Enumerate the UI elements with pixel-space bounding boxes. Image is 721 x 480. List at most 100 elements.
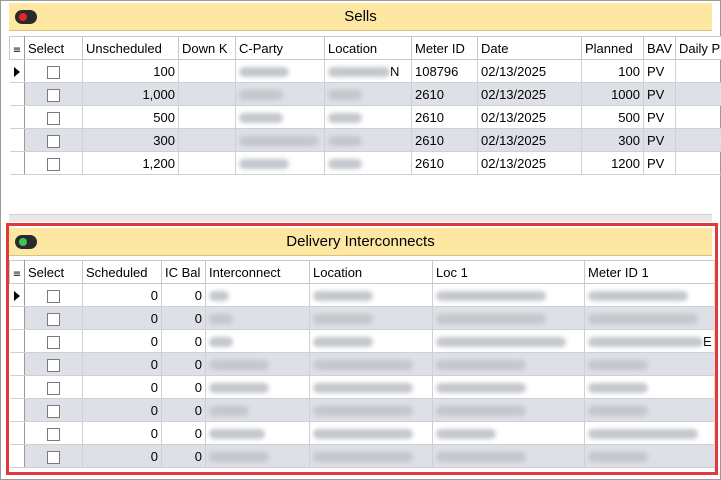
- app-window: Sells ≡ Select Unscheduled Down K C-Part…: [0, 0, 721, 480]
- table-row[interactable]: 0 0: [9, 352, 716, 376]
- cell-date: 02/13/2025: [477, 105, 582, 129]
- cell-daily: [675, 82, 721, 106]
- cell-daily: [675, 151, 721, 175]
- row-checkbox[interactable]: [24, 283, 83, 307]
- cell-loc-1: [432, 375, 585, 399]
- cell-scheduled: 0: [82, 329, 162, 353]
- cell-meter-id: 108796: [411, 59, 478, 83]
- cell-unscheduled: 1,000: [82, 82, 179, 106]
- cell-ic-bal: 0: [161, 421, 206, 445]
- row-checkbox[interactable]: [24, 398, 83, 422]
- row-checkbox[interactable]: [24, 306, 83, 330]
- row-checkbox[interactable]: [24, 59, 83, 83]
- cell-bav: PV: [643, 128, 676, 152]
- sells-header-location[interactable]: Location: [324, 36, 412, 60]
- cell-location: [309, 375, 433, 399]
- cell-down-k: [178, 151, 236, 175]
- cell-down-k: [178, 105, 236, 129]
- sells-header-down-k[interactable]: Down K: [178, 36, 236, 60]
- cell-scheduled: 0: [82, 421, 162, 445]
- cell-unscheduled: 300: [82, 128, 179, 152]
- cell-location: [309, 352, 433, 376]
- cell-loc-1: [432, 306, 585, 330]
- row-checkbox[interactable]: [24, 375, 83, 399]
- table-row[interactable]: 0 0: [9, 306, 716, 330]
- delivery-header-ic-bal[interactable]: IC Bal: [161, 260, 206, 284]
- sells-header-date[interactable]: Date: [477, 36, 582, 60]
- cell-interconnect: [205, 375, 310, 399]
- cell-scheduled: 0: [82, 283, 162, 307]
- cell-ic-bal: 0: [161, 375, 206, 399]
- sells-header-bav[interactable]: BAV: [643, 36, 676, 60]
- delivery-scrollbar[interactable]: [714, 260, 717, 471]
- cell-location: [309, 329, 433, 353]
- cell-meter-id-1: [584, 398, 716, 422]
- delivery-header-location[interactable]: Location: [309, 260, 433, 284]
- table-row[interactable]: 1,200 2610 02/13/2025 1200 PV: [9, 151, 721, 175]
- cell-planned: 1000: [581, 82, 644, 106]
- cell-location: [324, 128, 412, 152]
- table-row[interactable]: 0 0 E: [9, 329, 716, 353]
- cell-c-party: [235, 105, 325, 129]
- panel-splitter[interactable]: [9, 214, 712, 222]
- table-row[interactable]: 1,000 2610 02/13/2025 1000 PV: [9, 82, 721, 106]
- row-checkbox[interactable]: [24, 352, 83, 376]
- sells-header-select[interactable]: Select: [24, 36, 83, 60]
- sells-header-planned[interactable]: Planned: [581, 36, 644, 60]
- table-row[interactable]: 0 0: [9, 444, 716, 468]
- cell-meter-id: 2610: [411, 105, 478, 129]
- cell-scheduled: 0: [82, 444, 162, 468]
- delivery-header-loc-1[interactable]: Loc 1: [432, 260, 585, 284]
- cell-ic-bal: 0: [161, 398, 206, 422]
- table-row[interactable]: 0 0: [9, 398, 716, 422]
- cell-loc-1: [432, 398, 585, 422]
- sells-header-unscheduled[interactable]: Unscheduled: [82, 36, 179, 60]
- delivery-header-meter-id-1[interactable]: Meter ID 1: [584, 260, 716, 284]
- cell-planned: 1200: [581, 151, 644, 175]
- delivery-toggle-icon[interactable]: [15, 235, 37, 249]
- table-row[interactable]: 500 2610 02/13/2025 500 PV: [9, 105, 721, 129]
- row-checkbox[interactable]: [24, 421, 83, 445]
- row-checkbox[interactable]: [24, 128, 83, 152]
- cell-scheduled: 0: [82, 398, 162, 422]
- sells-column-chooser-icon[interactable]: ≡: [9, 36, 25, 60]
- table-row[interactable]: 0 0: [9, 421, 716, 445]
- cell-scheduled: 0: [82, 375, 162, 399]
- cell-location: [309, 398, 433, 422]
- cell-c-party: [235, 59, 325, 83]
- delivery-header-scheduled[interactable]: Scheduled: [82, 260, 162, 284]
- cell-c-party: [235, 151, 325, 175]
- table-row[interactable]: 0 0: [9, 283, 716, 307]
- cell-bav: PV: [643, 82, 676, 106]
- row-checkbox[interactable]: [24, 82, 83, 106]
- row-checkbox[interactable]: [24, 105, 83, 129]
- cell-location: N: [324, 59, 412, 83]
- sells-header-c-party[interactable]: C-Party: [235, 36, 325, 60]
- cell-meter-id-1: [584, 352, 716, 376]
- cell-daily: [675, 128, 721, 152]
- cell-meter-id: 2610: [411, 82, 478, 106]
- cell-interconnect: [205, 283, 310, 307]
- row-checkbox[interactable]: [24, 444, 83, 468]
- table-row[interactable]: 0 0: [9, 375, 716, 399]
- table-row[interactable]: 300 2610 02/13/2025 300 PV: [9, 128, 721, 152]
- cell-meter-id-1: [584, 375, 716, 399]
- sells-header-meter-id[interactable]: Meter ID: [411, 36, 478, 60]
- cell-loc-1: [432, 283, 585, 307]
- delivery-header-select[interactable]: Select: [24, 260, 83, 284]
- row-checkbox[interactable]: [24, 151, 83, 175]
- delivery-panel-header: Delivery Interconnects: [9, 228, 712, 256]
- cell-ic-bal: 0: [161, 306, 206, 330]
- delivery-column-chooser-icon[interactable]: ≡: [9, 260, 25, 284]
- cell-interconnect: [205, 398, 310, 422]
- sells-header-daily[interactable]: Daily P: [675, 36, 721, 60]
- sells-toggle-icon[interactable]: [15, 10, 37, 24]
- delivery-header-interconnect[interactable]: Interconnect: [205, 260, 310, 284]
- sells-title: Sells: [344, 8, 377, 25]
- cell-unscheduled: 500: [82, 105, 179, 129]
- table-row[interactable]: 100 N 108796 02/13/2025 100 PV: [9, 59, 721, 83]
- row-checkbox[interactable]: [24, 329, 83, 353]
- sells-grid: ≡ Select Unscheduled Down K C-Party Loca…: [9, 36, 721, 175]
- cell-meter-id-1: [584, 421, 716, 445]
- cell-location: [309, 444, 433, 468]
